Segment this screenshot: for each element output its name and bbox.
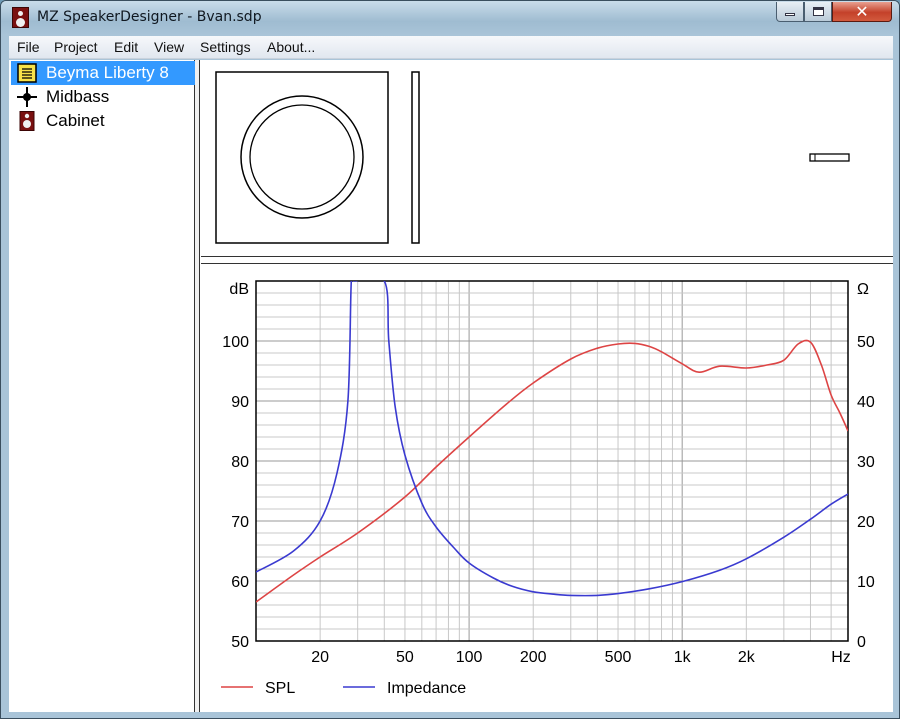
driver-icon — [17, 63, 37, 83]
client-area: Beyma Liberty 8 Midbass Cabinet 50 60 70… — [9, 60, 893, 712]
tree-item-label: Beyma Liberty 8 — [46, 63, 169, 82]
app-window: MZ SpeakerDesigner - Bvan.sdp ✕ File Pro… — [0, 0, 900, 719]
window-title: MZ SpeakerDesigner - Bvan.sdp — [37, 9, 262, 25]
speaker-app-icon[interactable] — [12, 7, 29, 28]
menu-view[interactable]: View — [154, 39, 184, 55]
y-left-tick-label: 100 — [222, 334, 249, 351]
cabinet-top-view — [809, 153, 850, 162]
x-tick-label: 200 — [520, 649, 547, 666]
y-left-tick-label: 50 — [231, 634, 249, 651]
menu-bar: File Project Edit View Settings About... — [9, 36, 893, 59]
x-tick-label: 50 — [396, 649, 414, 666]
minimize-button[interactable] — [776, 2, 804, 22]
y-right-unit-label: Ω — [857, 281, 869, 298]
menu-project[interactable]: Project — [54, 39, 98, 55]
close-button[interactable]: ✕ — [832, 2, 892, 22]
legend-label-spl: SPL — [265, 680, 295, 697]
y-right-tick-label: 40 — [857, 394, 875, 411]
cabinet-icon — [19, 111, 35, 131]
menu-file[interactable]: File — [17, 39, 40, 55]
tree-item-label: Midbass — [46, 87, 110, 106]
x-tick-label: 20 — [311, 649, 329, 666]
minimize-icon — [785, 13, 795, 16]
crossover-icon — [17, 87, 37, 107]
main-pane: 50 60 70 80 90 100 0 10 20 30 40 50 dB Ω 20 50 100 200 500… — [201, 60, 893, 712]
response-chart[interactable]: 50 60 70 80 90 100 0 10 20 30 40 50 dB Ω 20 50 100 200 500… — [201, 264, 893, 712]
x-unit-label: Hz — [831, 649, 851, 666]
y-right-tick-label: 30 — [857, 454, 875, 471]
y-right-tick-label: 10 — [857, 574, 875, 591]
project-tree: Beyma Liberty 8 Midbass Cabinet — [9, 60, 195, 712]
x-tick-label: 500 — [605, 649, 632, 666]
window-bottom-border — [9, 712, 893, 718]
title-bar[interactable]: MZ SpeakerDesigner - Bvan.sdp ✕ — [1, 1, 899, 35]
tree-item-midbass[interactable]: Midbass — [11, 85, 195, 109]
tree-item-cabinet[interactable]: Cabinet — [11, 109, 195, 133]
maximize-icon — [812, 7, 824, 16]
driver-cone — [249, 104, 355, 210]
vertical-splitter[interactable] — [195, 60, 200, 712]
x-tick-label: 100 — [456, 649, 483, 666]
tree-item-driver[interactable]: Beyma Liberty 8 — [11, 61, 195, 85]
y-right-tick-label: 0 — [857, 634, 866, 651]
x-tick-label: 2k — [738, 649, 756, 666]
menu-edit[interactable]: Edit — [114, 39, 138, 55]
menu-settings[interactable]: Settings — [200, 39, 251, 55]
cabinet-side-view — [411, 71, 420, 244]
y-left-unit-label: dB — [229, 281, 249, 298]
y-left-tick-label: 90 — [231, 394, 249, 411]
y-left-tick-label: 60 — [231, 574, 249, 591]
maximize-button[interactable] — [804, 2, 832, 22]
y-left-tick-label: 70 — [231, 514, 249, 531]
legend-label-impedance: Impedance — [387, 680, 466, 697]
close-icon: ✕ — [855, 1, 869, 21]
y-right-tick-label: 50 — [857, 334, 875, 351]
response-chart-area: 50 60 70 80 90 100 0 10 20 30 40 50 dB Ω 20 50 100 200 500… — [201, 264, 893, 712]
menu-about[interactable]: About... — [267, 39, 315, 55]
tree-item-label: Cabinet — [46, 111, 105, 130]
horizontal-splitter[interactable] — [201, 256, 893, 264]
x-tick-label: 1k — [674, 649, 692, 666]
cabinet-drawing — [215, 71, 850, 244]
y-left-tick-label: 80 — [231, 454, 249, 471]
y-right-tick-label: 20 — [857, 514, 875, 531]
